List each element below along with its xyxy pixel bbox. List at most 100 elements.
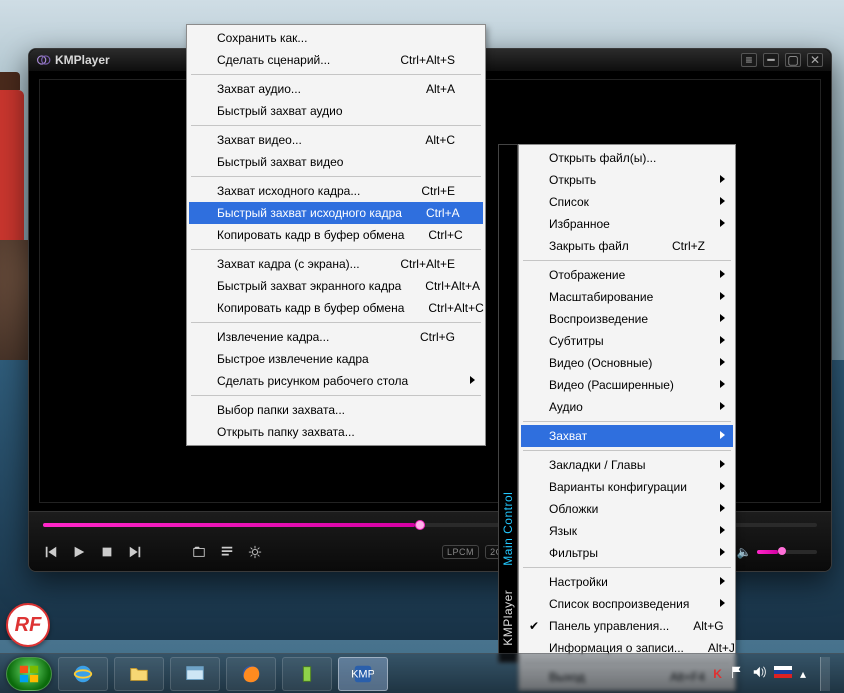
capture-menu-label: Выбор папки захвата...: [217, 403, 345, 417]
capture-menu-separator: [191, 322, 481, 323]
capture-menu-label: Быстрый захват видео: [217, 155, 343, 169]
main-menu-item-2[interactable]: Список: [521, 191, 733, 213]
tray-flag-icon[interactable]: [730, 665, 744, 682]
capture-menu-item-3[interactable]: Захват аудио...Alt+A: [189, 78, 483, 100]
window-tray-button[interactable]: ≡: [741, 53, 757, 67]
capture-menu-shortcut: Ctrl+C: [404, 228, 462, 242]
capture-menu-item-19[interactable]: Сделать рисунком рабочего стола: [189, 370, 483, 392]
svg-text:KMP: KMP: [352, 668, 374, 680]
capture-menu-item-0[interactable]: Сохранить как...: [189, 27, 483, 49]
main-menu-item-7[interactable]: Масштабирование: [521, 286, 733, 308]
tray-chevron[interactable]: ▴: [800, 667, 806, 681]
main-menu-item-24[interactable]: ✔Панель управления...Alt+G: [521, 615, 733, 637]
capture-menu-item-14[interactable]: Быстрый захват экранного кадраCtrl+Alt+A: [189, 275, 483, 297]
submenu-arrow-icon: [720, 599, 725, 607]
taskbar-app2[interactable]: [282, 657, 332, 691]
capture-menu-item-10[interactable]: Быстрый захват исходного кадраCtrl+A: [189, 202, 483, 224]
capture-menu-shortcut: Ctrl+Alt+A: [401, 279, 480, 293]
play-button[interactable]: [71, 544, 87, 560]
main-menu-item-9[interactable]: Субтитры: [521, 330, 733, 352]
taskbar-explorer[interactable]: [114, 657, 164, 691]
submenu-arrow-icon: [720, 219, 725, 227]
capture-menu-item-17[interactable]: Извлечение кадра...Ctrl+G: [189, 326, 483, 348]
main-menu-item-10[interactable]: Видео (Основные): [521, 352, 733, 374]
main-menu-item-18[interactable]: Обложки: [521, 498, 733, 520]
main-menu-label: Список воспроизведения: [549, 597, 689, 611]
capture-menu-item-1[interactable]: Сделать сценарий...Ctrl+Alt+S: [189, 49, 483, 71]
main-menu-item-0[interactable]: Открыть файл(ы)...: [521, 147, 733, 169]
main-menu-separator: [523, 450, 731, 451]
kmplayer-icon: KMP: [352, 663, 374, 685]
capture-menu-item-9[interactable]: Захват исходного кадра...Ctrl+E: [189, 180, 483, 202]
settings-button[interactable]: [247, 544, 263, 560]
capture-menu-separator: [191, 125, 481, 126]
capture-menu-label: Сделать рисунком рабочего стола: [217, 374, 408, 388]
ie-icon: [72, 663, 94, 685]
taskbar-kmplayer[interactable]: KMP: [338, 657, 388, 691]
main-menu-item-22[interactable]: Настройки: [521, 571, 733, 593]
capture-menu-item-22[interactable]: Открыть папку захвата...: [189, 421, 483, 443]
main-menu-item-23[interactable]: Список воспроизведения: [521, 593, 733, 615]
capture-menu-item-7[interactable]: Быстрый захват видео: [189, 151, 483, 173]
prev-button[interactable]: [43, 544, 59, 560]
main-menu-item-8[interactable]: Воспроизведение: [521, 308, 733, 330]
window-close-button[interactable]: ✕: [807, 53, 823, 67]
capture-menu-label: Быстрый захват исходного кадра: [217, 206, 402, 220]
submenu-arrow-icon: [720, 358, 725, 366]
main-menu-item-16[interactable]: Закладки / Главы: [521, 454, 733, 476]
seek-handle[interactable]: [415, 520, 425, 530]
capture-menu-item-11[interactable]: Копировать кадр в буфер обменаCtrl+C: [189, 224, 483, 246]
tray-volume-icon[interactable]: [752, 665, 766, 682]
kmplayer-logo: KMPlayer: [37, 53, 110, 67]
volume-handle[interactable]: [778, 547, 786, 555]
capture-menu-item-6[interactable]: Захват видео...Alt+C: [189, 129, 483, 151]
main-menu-label: Фильтры: [549, 546, 598, 560]
main-menu-item-4[interactable]: Закрыть файлCtrl+Z: [521, 235, 733, 257]
main-menu-item-19[interactable]: Язык: [521, 520, 733, 542]
main-menu-item-20[interactable]: Фильтры: [521, 542, 733, 564]
capture-menu-item-13[interactable]: Захват кадра (с экрана)... Ctrl+Alt+E: [189, 253, 483, 275]
volume-slider[interactable]: [757, 550, 817, 554]
main-menu-label: Аудио: [549, 400, 583, 414]
window-maximize-button[interactable]: ▢: [785, 53, 801, 67]
seek-fill: [43, 523, 415, 527]
playlist-button[interactable]: [219, 544, 235, 560]
window-icon: [184, 663, 206, 685]
capture-menu-shortcut: Ctrl+Alt+E: [376, 257, 455, 271]
main-menu-item-3[interactable]: Избранное: [521, 213, 733, 235]
window-minimize-button[interactable]: ━: [763, 53, 779, 67]
submenu-arrow-icon: [720, 175, 725, 183]
main-menu-item-11[interactable]: Видео (Расширенные): [521, 374, 733, 396]
open-button[interactable]: [191, 544, 207, 560]
capture-menu-item-21[interactable]: Выбор папки захвата...: [189, 399, 483, 421]
tray-lang-ru[interactable]: [774, 666, 792, 681]
capture-menu-shortcut: Ctrl+A: [402, 206, 460, 220]
taskbar-ie[interactable]: [58, 657, 108, 691]
main-menu-item-17[interactable]: Варианты конфигурации: [521, 476, 733, 498]
capture-menu-item-4[interactable]: Быстрый захват аудио: [189, 100, 483, 122]
capture-menu-label: Захват кадра (с экрана)...: [217, 257, 360, 271]
mute-button[interactable]: 🔈: [737, 545, 751, 559]
submenu-arrow-icon: [720, 292, 725, 300]
main-menu-item-12[interactable]: Аудио: [521, 396, 733, 418]
main-menu-item-14[interactable]: Захват: [521, 425, 733, 447]
main-menu-item-1[interactable]: Открыть: [521, 169, 733, 191]
desktop-shortcut-rf[interactable]: RF: [6, 603, 50, 647]
tray-kaspersky-icon[interactable]: K: [713, 667, 722, 681]
submenu-arrow-icon: [720, 504, 725, 512]
main-menu-item-6[interactable]: Отображение: [521, 264, 733, 286]
capture-menu-separator: [191, 395, 481, 396]
status-lpcm: LPCM: [442, 545, 479, 559]
capture-menu-shortcut: Ctrl+Alt+S: [376, 53, 455, 67]
main-control-sidebar[interactable]: KMPlayer Main Control: [498, 144, 518, 663]
capture-menu-item-18[interactable]: Быстрое извлечение кадра: [189, 348, 483, 370]
stop-button[interactable]: [99, 544, 115, 560]
capture-menu-shortcut: Ctrl+Alt+C: [404, 301, 483, 315]
taskbar-firefox[interactable]: [226, 657, 276, 691]
show-desktop-button[interactable]: [820, 657, 830, 691]
taskbar-app1[interactable]: [170, 657, 220, 691]
next-button[interactable]: [127, 544, 143, 560]
capture-menu-label: Копировать кадр в буфер обмена: [217, 228, 404, 242]
start-button[interactable]: [6, 657, 52, 691]
capture-menu-item-15[interactable]: Копировать кадр в буфер обменаCtrl+Alt+C: [189, 297, 483, 319]
